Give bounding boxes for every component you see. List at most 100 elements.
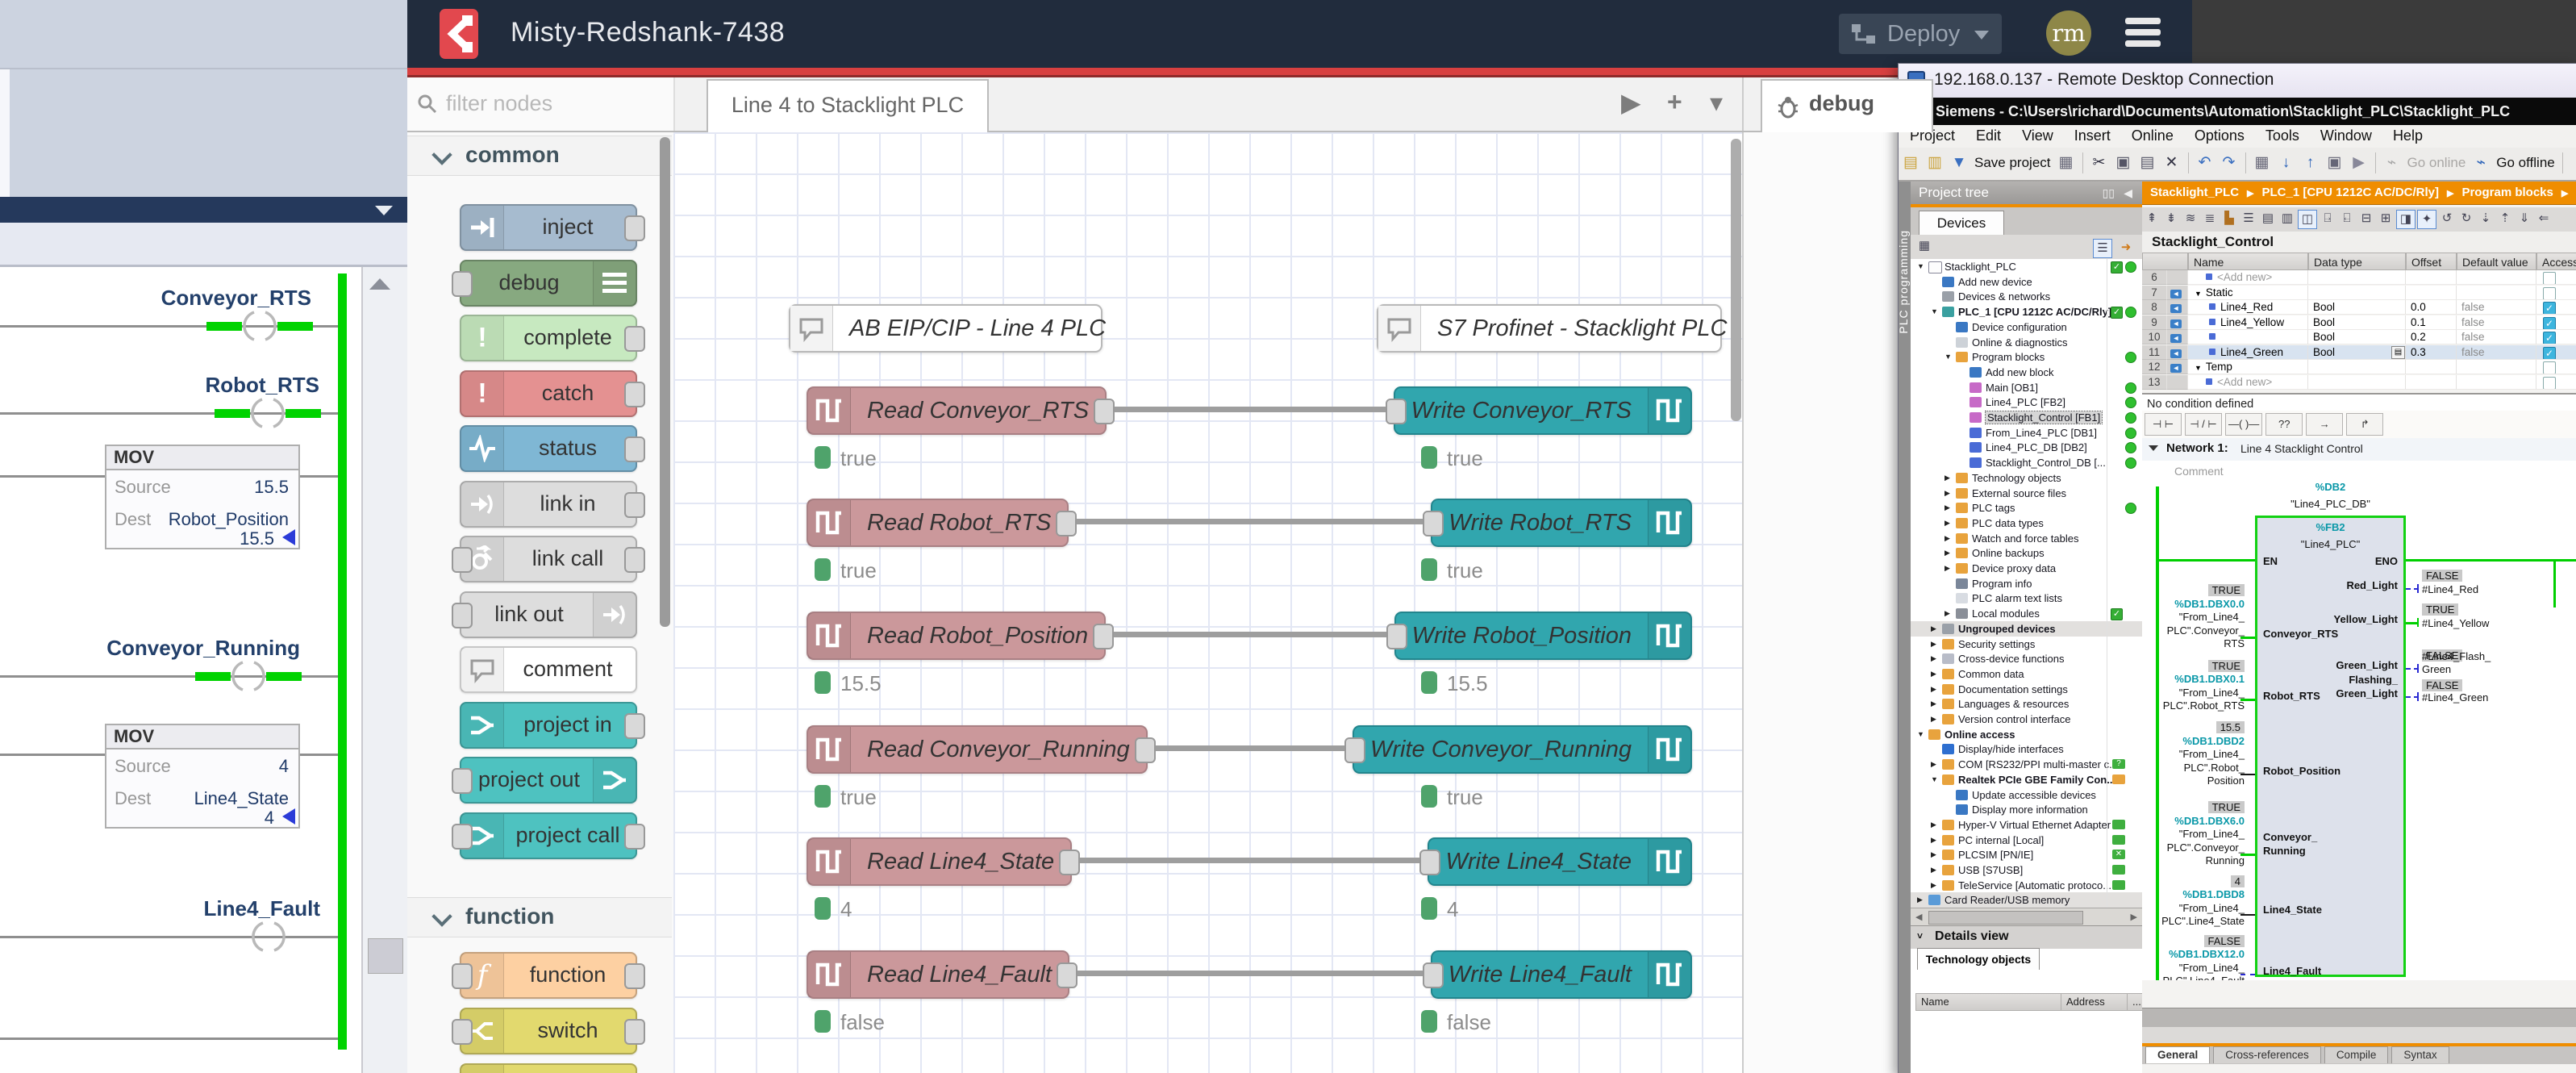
palette-scrollbar-thumb[interactable]: [660, 137, 670, 627]
toolbar-save-project-label[interactable]: Save project: [1974, 148, 2051, 178]
toolbar-icon[interactable]: ↷: [2219, 152, 2240, 174]
editor-toolbar-icon[interactable]: ✦: [2417, 210, 2436, 229]
cell-name[interactable]: Line4_Red: [2188, 300, 2308, 315]
cell-default[interactable]: false: [2457, 300, 2536, 315]
inspector-tab-cross-references[interactable]: Cross-references: [2213, 1046, 2321, 1063]
scroll-left-icon[interactable]: ◀: [1915, 912, 1922, 922]
tree-expand-icon[interactable]: ▶: [1931, 760, 1936, 769]
tree-expand-icon[interactable]: ▶: [1931, 624, 1936, 633]
tree-expand-icon[interactable]: ▶: [1945, 519, 1950, 528]
tree-expand-icon[interactable]: ▶: [1945, 489, 1950, 498]
cell-accessible[interactable]: ✓: [2536, 315, 2576, 330]
avatar[interactable]: rm: [2046, 10, 2091, 56]
breadcrumb-segment[interactable]: Program blocks: [2461, 186, 2553, 199]
cell-accessible[interactable]: [2536, 360, 2576, 374]
palette-node-function[interactable]: ffunction: [460, 952, 637, 999]
table-row[interactable]: 9◄Line4_YellowBool0.1false✓: [2142, 315, 2576, 331]
tree-expand-icon[interactable]: ▶: [1931, 685, 1936, 694]
palette-node-catch[interactable]: !catch: [460, 370, 637, 417]
table-row[interactable]: 13<Add new>: [2142, 375, 2576, 390]
palette-node-link-in[interactable]: link in: [460, 481, 637, 528]
flow-node-write[interactable]: Write Robot_RTS: [1431, 499, 1692, 547]
cell-accessible[interactable]: [2536, 375, 2576, 390]
tab-scroll-button[interactable]: ▶: [1621, 87, 1641, 118]
cell-offset[interactable]: 0.0: [2406, 300, 2457, 315]
accessible-checkbox[interactable]: ✓: [2543, 347, 2556, 360]
table-row[interactable]: 7◄▼Static: [2142, 286, 2576, 301]
cell-offset[interactable]: [2406, 286, 2457, 300]
tree-settings-icon[interactable]: ▦: [1915, 237, 1933, 255]
tree-collapse-icon[interactable]: ▼: [1917, 262, 1924, 270]
cell-name[interactable]: Line4_Green: [2188, 345, 2308, 360]
cell-datatype[interactable]: Bool▤: [2308, 345, 2406, 360]
menu-window[interactable]: Window: [2320, 127, 2372, 144]
cell-offset[interactable]: 0.1: [2406, 315, 2457, 330]
editor-toolbar-icon[interactable]: ≋: [2182, 210, 2199, 228]
cell-default[interactable]: [2457, 270, 2536, 285]
deploy-options-caret-icon[interactable]: [1974, 31, 1989, 40]
cell-name[interactable]: ▼Temp: [2188, 360, 2308, 374]
editor-toolbar-icon[interactable]: ☰: [2240, 210, 2257, 228]
network-header[interactable]: Network 1: Line 4 Stacklight Control: [2142, 438, 2576, 461]
mov-instruction-block[interactable]: MOVSource15.5DestRobot_Position15.5: [105, 445, 300, 549]
toolbar-go-online-label[interactable]: Go online: [2407, 148, 2466, 178]
tree-expand-icon[interactable]: ▶: [1931, 654, 1936, 663]
palette-category-common[interactable]: common: [407, 136, 672, 176]
toolbar-go-offline-label[interactable]: Go offline: [2496, 148, 2554, 178]
palette-node-inject[interactable]: inject: [460, 204, 637, 251]
menu-tools[interactable]: Tools: [2265, 127, 2299, 144]
palette-node-project-out[interactable]: project out: [460, 757, 637, 804]
editor-toolbar-icon[interactable]: ◫: [2298, 210, 2317, 229]
menu-insert[interactable]: Insert: [2074, 127, 2111, 144]
coil-symbol[interactable]: [250, 395, 286, 431]
tree-scrollbar-thumb[interactable]: [1928, 911, 2083, 925]
tree-expand-icon[interactable]: ▶: [1917, 896, 1923, 904]
toolbar-icon[interactable]: ▣: [2113, 152, 2134, 174]
cell-accessible[interactable]: ✓: [2536, 330, 2576, 344]
cell-datatype[interactable]: [2308, 360, 2406, 374]
details-view-header[interactable]: ˅ Details view: [1911, 925, 2142, 949]
toolbar-icon[interactable]: ✂: [2089, 152, 2110, 174]
accessible-checkbox[interactable]: ✓: [2543, 317, 2556, 330]
toolbar-icon[interactable]: ▼: [1949, 152, 1970, 174]
table-row[interactable]: 11◄Line4_GreenBool▤0.3false✓: [2142, 345, 2576, 361]
flow-node-read[interactable]: Read Robot_Position: [807, 612, 1106, 660]
tree-expand-icon[interactable]: ▶: [1931, 850, 1936, 859]
cell-name[interactable]: <Add new>: [2188, 375, 2308, 390]
accessible-checkbox[interactable]: [2543, 377, 2556, 390]
lad-instruction-button[interactable]: ⊣ / ⊢: [2185, 413, 2222, 436]
flow-node-read[interactable]: Read Conveyor_RTS: [807, 386, 1107, 435]
editor-toolbar-icon[interactable]: ⇡: [2496, 210, 2514, 228]
breadcrumb[interactable]: Stacklight_PLC▶PLC_1 [CPU 1212C AC/DC/Rl…: [2142, 182, 2576, 205]
tree-horizontal-scrollbar[interactable]: ◀ ▶: [1911, 908, 2142, 926]
accessible-checkbox[interactable]: [2543, 361, 2556, 374]
tree-expand-icon[interactable]: ➜: [2117, 239, 2135, 257]
cell-datatype[interactable]: [2308, 270, 2406, 285]
cell-default[interactable]: [2457, 286, 2536, 300]
tree-expand-icon[interactable]: ▶: [1931, 640, 1936, 649]
tree-expand-icon[interactable]: ▶: [1931, 881, 1936, 890]
tree-expand-icon[interactable]: ▶: [1945, 549, 1950, 557]
cell-default[interactable]: false: [2457, 330, 2536, 344]
cell-name[interactable]: <Add new>: [2188, 270, 2308, 285]
rdp-title-bar[interactable]: 192.168.0.137 - Remote Desktop Connectio…: [1899, 64, 2576, 98]
lad-instruction-button[interactable]: →: [2306, 413, 2343, 436]
palette-node-debug[interactable]: debug: [460, 260, 637, 307]
coil-symbol[interactable]: [242, 308, 277, 344]
tree-expand-icon[interactable]: ▶: [1931, 670, 1936, 678]
main-menu-icon[interactable]: [2125, 18, 2161, 50]
flow-node-write[interactable]: Write Line4_Fault: [1431, 950, 1692, 999]
editor-toolbar-icon[interactable]: ⇟: [2162, 210, 2180, 228]
table-row[interactable]: 12◄▼Temp: [2142, 360, 2576, 375]
column-header-data-type[interactable]: Data type: [2308, 253, 2406, 270]
editor-toolbar-icon[interactable]: ⍈: [2319, 210, 2336, 228]
palette-node-project-in[interactable]: project in: [460, 702, 637, 749]
pin-panel-icon[interactable]: ▯▯: [2103, 186, 2115, 200]
comment-node[interactable]: S7 Profinet - Stacklight PLC: [1377, 304, 1722, 353]
column-header-accessible[interactable]: Accessible: [2536, 253, 2576, 270]
inspector-tab-general[interactable]: General: [2145, 1046, 2210, 1063]
palette-category-function[interactable]: function: [407, 897, 672, 937]
tree-collapse-icon[interactable]: ▼: [1931, 307, 1938, 315]
lad-instruction-button[interactable]: ⊣ ⊢: [2145, 413, 2182, 436]
toolbar-icon[interactable]: ▣: [2324, 152, 2345, 174]
